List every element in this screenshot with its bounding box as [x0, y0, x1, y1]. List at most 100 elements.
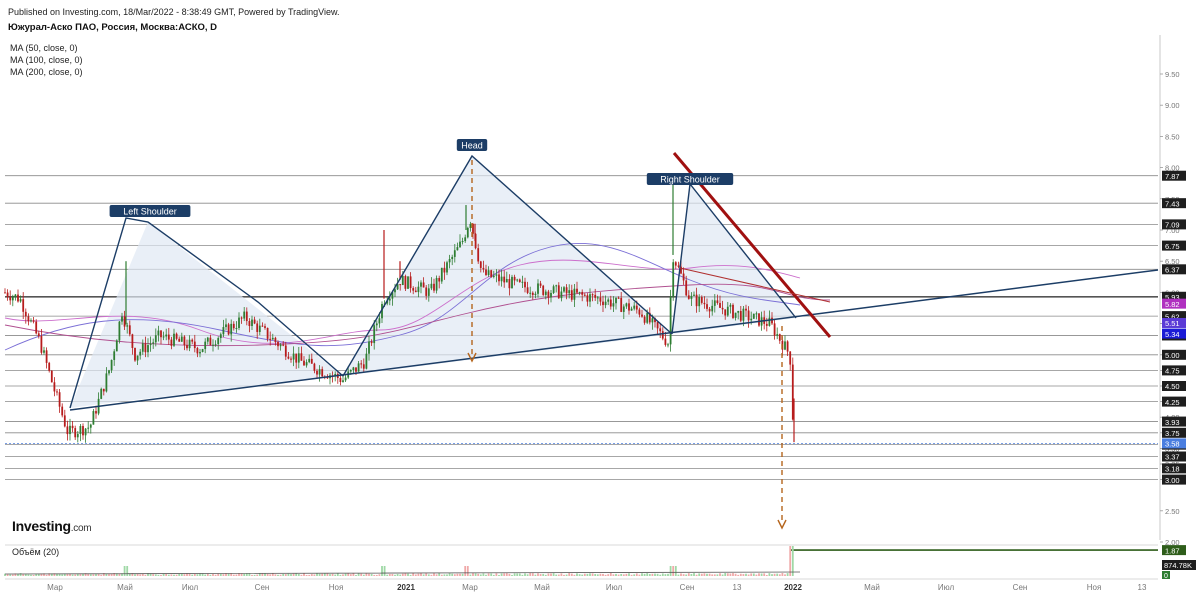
candle-body [433, 283, 435, 291]
volume-bar [381, 566, 383, 576]
candle-body [537, 283, 539, 294]
x-tick-label: Май [534, 583, 550, 592]
candle-body [27, 316, 30, 322]
label-right-shoulder-text: Right Shoulder [660, 175, 720, 185]
volume-bar [420, 573, 422, 576]
candle-body [253, 319, 256, 324]
candle-body [690, 295, 693, 299]
candle-body [539, 283, 542, 286]
candle-body [464, 237, 467, 242]
volume-bar [524, 573, 526, 576]
candle-body [401, 276, 404, 286]
candle-body [414, 290, 417, 293]
volume-bar [412, 573, 415, 576]
candle-body [724, 309, 727, 316]
candle-body [438, 278, 441, 282]
candle-body [786, 341, 789, 352]
candle-body [266, 327, 269, 339]
volume-bar [334, 574, 337, 576]
volume-bar [204, 574, 207, 576]
candle-body [79, 426, 82, 434]
volume-bar [747, 574, 750, 576]
volume-bar [734, 573, 737, 576]
volume-bar [456, 573, 459, 576]
candle-body [30, 320, 32, 322]
volume-bar [570, 573, 573, 576]
candle-body [732, 304, 734, 318]
candle-body [282, 344, 285, 346]
volume-bar [435, 574, 438, 576]
level-tag: 3.37 [1165, 453, 1180, 462]
volume-bar [654, 573, 656, 576]
volume-bar [22, 574, 25, 576]
candle-body [245, 311, 248, 322]
volume-bar [45, 574, 48, 576]
candle-body [521, 281, 524, 283]
candle-body [157, 330, 160, 336]
candle-body [667, 344, 669, 346]
volume-bar [755, 574, 758, 576]
volume-bar [448, 573, 451, 576]
volume-bar [170, 574, 173, 576]
candle-body [134, 347, 136, 361]
volume-bar [500, 573, 503, 576]
price-tag: 5.51 [1165, 319, 1180, 328]
volume-bar [300, 574, 303, 576]
volume-bar [586, 573, 589, 576]
volume-bar [196, 574, 199, 576]
volume-bar [443, 574, 446, 576]
volume-bar [326, 573, 329, 576]
volume-bar [427, 574, 430, 576]
volume-bar [370, 574, 373, 576]
volume-bar [227, 573, 230, 576]
volume-bar [789, 546, 792, 576]
volume-bar [557, 574, 560, 576]
candle-body [706, 304, 708, 309]
volume-bar [482, 573, 485, 576]
candle-body [505, 279, 508, 283]
candle-body [729, 304, 732, 307]
volume-bar [604, 574, 607, 576]
volume-bar [92, 574, 95, 576]
candle-body [100, 388, 103, 399]
level-tag: 4.50 [1165, 382, 1180, 391]
candle-body [498, 274, 500, 282]
volume-bar [495, 573, 498, 576]
volume-bar [35, 574, 38, 576]
volume-bar [711, 574, 714, 576]
volume-last-tag: 874.78K [1164, 561, 1192, 570]
candle-body [547, 291, 550, 298]
candle-body [622, 306, 625, 312]
candle-body [126, 325, 129, 327]
candle-body [24, 311, 27, 317]
candle-body [186, 345, 188, 349]
candle-body [212, 344, 214, 346]
volume-bar [513, 573, 516, 576]
volume-bar [399, 574, 402, 576]
volume-bar [773, 573, 776, 576]
volume-bar [680, 573, 682, 576]
volume-bar [375, 574, 378, 576]
candle-body [664, 338, 667, 345]
candle-body [373, 325, 376, 344]
x-tick-label: Ноя [1087, 583, 1102, 592]
volume-bar [505, 573, 508, 576]
volume-bar [430, 574, 433, 576]
volume-bar [612, 574, 615, 576]
volume-bar [11, 574, 14, 576]
volume-bar [344, 573, 347, 576]
candle-body [674, 262, 677, 266]
volume-tick-zero: 0 [1164, 573, 1168, 580]
volume-bar [713, 574, 716, 576]
price-chart[interactable]: Left ShoulderHeadRight Shoulder 10M874.7… [0, 0, 1200, 594]
volume-bar [630, 574, 633, 576]
volume-bar [352, 573, 355, 576]
volume-bar [266, 573, 269, 576]
candle-body [516, 279, 519, 281]
candle-body [771, 317, 773, 324]
volume-bar [534, 574, 537, 576]
volume-bar [74, 574, 77, 576]
volume-bar [776, 573, 779, 576]
candle-body [446, 262, 448, 273]
candle-body [778, 334, 781, 341]
